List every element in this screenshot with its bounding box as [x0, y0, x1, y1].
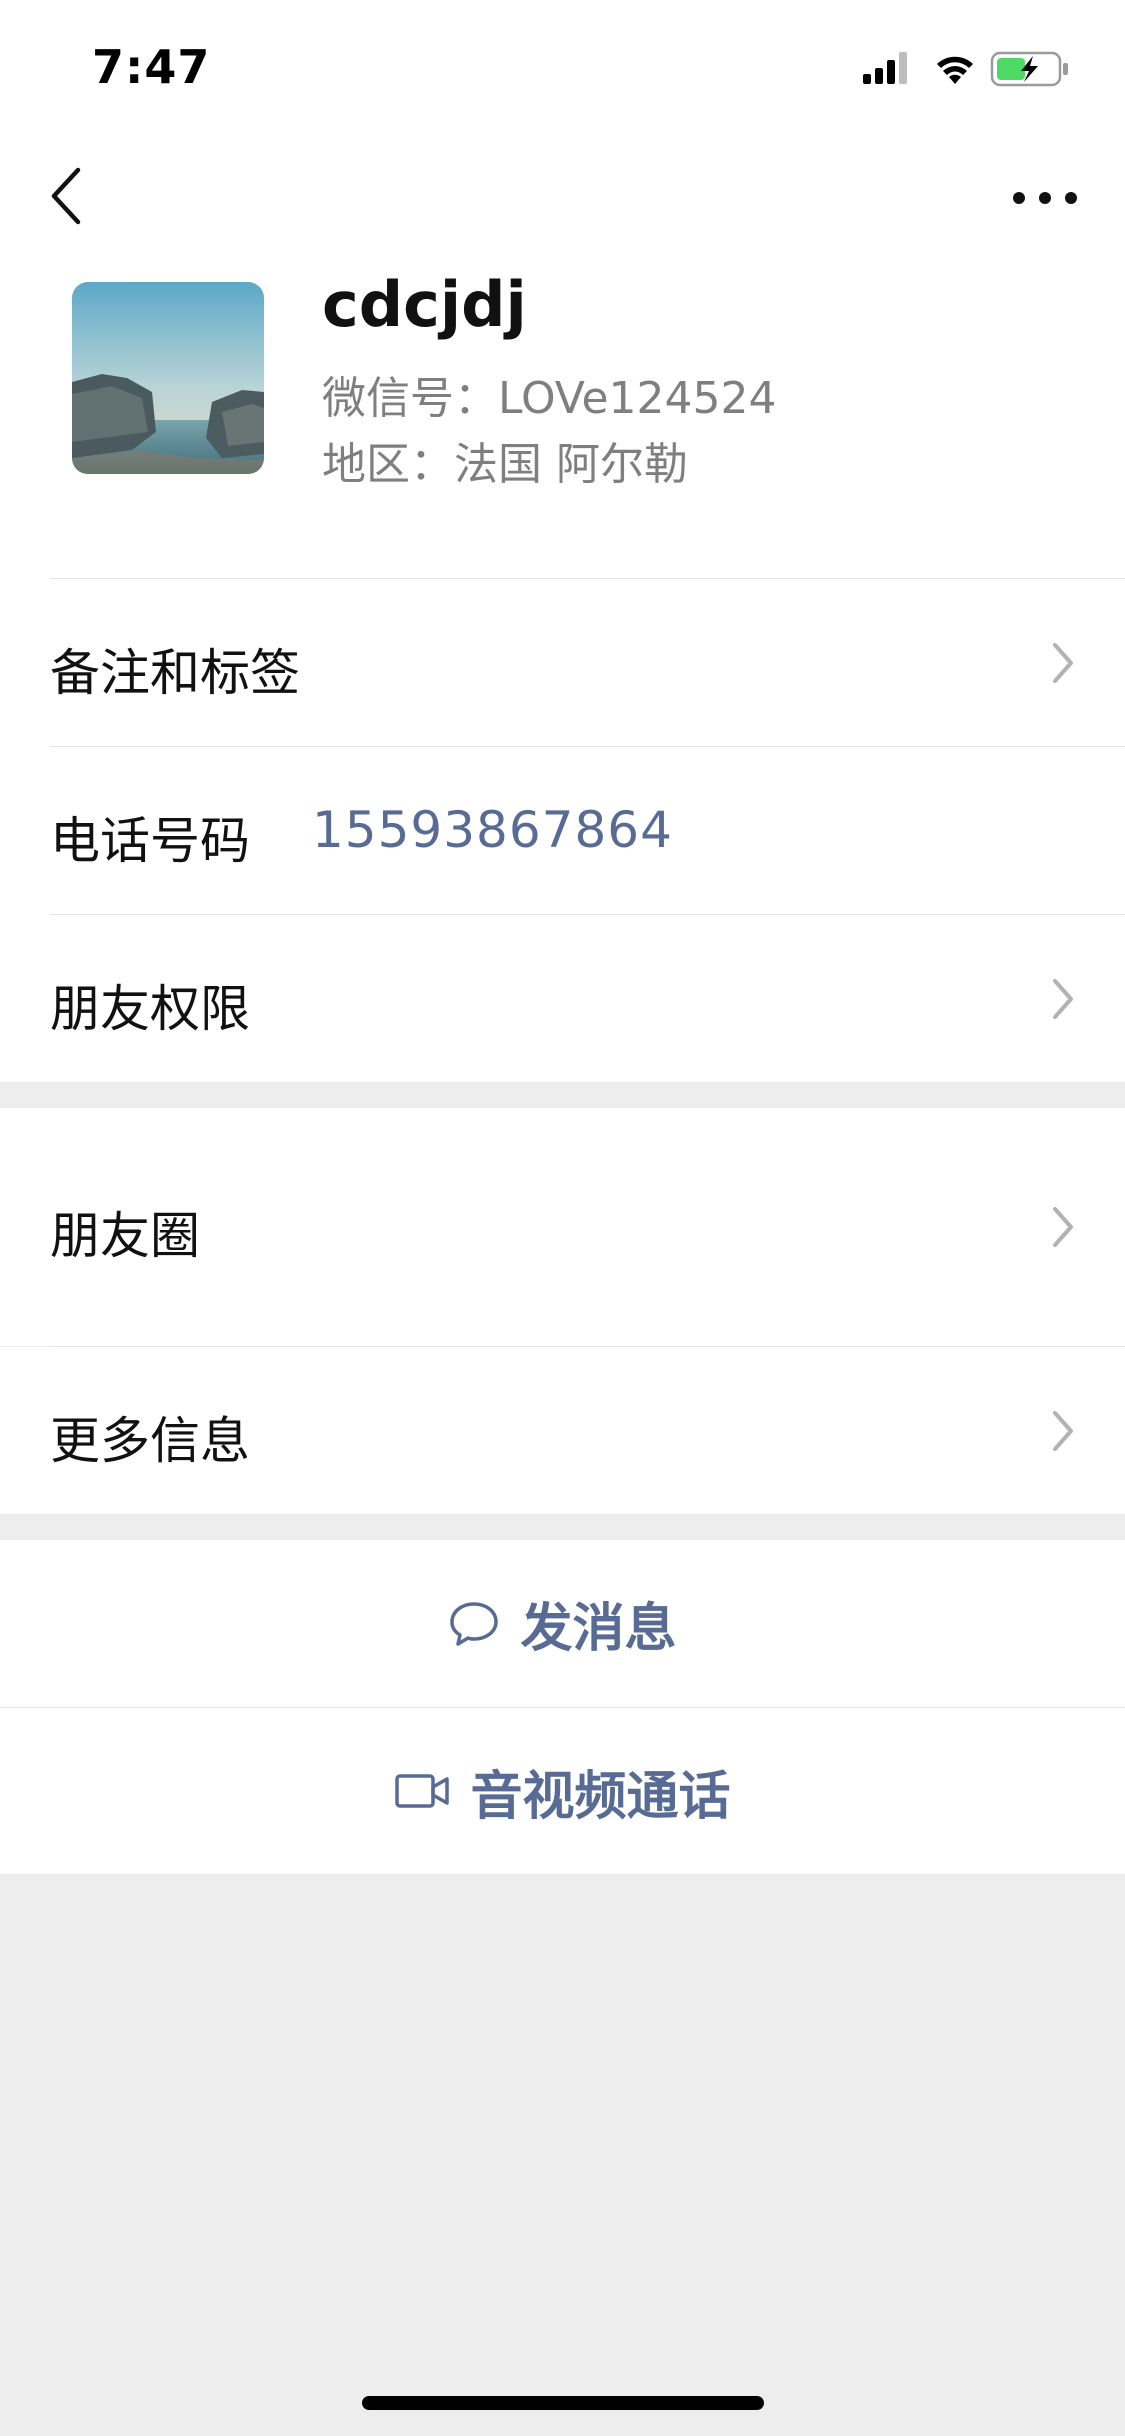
status-time: 7:47	[92, 40, 211, 94]
row-label: 更多信息	[50, 1412, 250, 1470]
phone-number-link[interactable]: 15593867864	[312, 801, 673, 859]
av-call-label: 音视频通话	[470, 1766, 731, 1827]
avatar[interactable]	[72, 282, 264, 474]
status-bar: 7:47	[0, 0, 1125, 132]
profile-name: cdcjdj	[322, 268, 527, 341]
status-icons	[863, 48, 1083, 88]
send-message-button[interactable]: 发消息	[0, 1540, 1125, 1707]
row-label: 备注和标签	[50, 644, 300, 702]
row-label: 朋友圈	[50, 1207, 200, 1265]
signal-icon	[863, 52, 907, 84]
section-gap	[0, 1082, 1125, 1108]
row-phone[interactable]: 电话号码 15593867864	[0, 747, 1125, 914]
row-moments[interactable]: 朋友圈	[0, 1108, 1125, 1346]
chevron-right-icon	[1051, 641, 1075, 685]
row-notes-tags[interactable]: 备注和标签	[0, 579, 1125, 746]
contact-profile-screen: 7:47 cdcjdj 微信号：LOVe124524 地区：法国 阿尔勒 备注和…	[0, 0, 1125, 2436]
battery-icon	[990, 51, 1068, 87]
row-friend-permissions[interactable]: 朋友权限	[0, 915, 1125, 1082]
more-icon	[1013, 192, 1077, 204]
chevron-right-icon	[1051, 977, 1075, 1021]
region: 地区：法国 阿尔勒	[322, 439, 688, 490]
section-gap	[0, 1514, 1125, 1540]
chat-bubble-icon	[450, 1601, 499, 1646]
back-button[interactable]	[42, 160, 102, 232]
home-indicator	[362, 2396, 764, 2410]
more-button[interactable]	[1005, 176, 1085, 220]
chevron-left-icon	[51, 167, 81, 225]
wifi-icon	[937, 56, 973, 84]
row-more-info[interactable]: 更多信息	[0, 1347, 1125, 1514]
chevron-right-icon	[1051, 1409, 1075, 1453]
phone-label: 电话号码	[50, 812, 250, 870]
video-camera-icon	[395, 1774, 450, 1808]
send-message-label: 发消息	[520, 1599, 677, 1659]
av-call-button[interactable]: 音视频通话	[0, 1708, 1125, 1874]
chevron-right-icon	[1051, 1205, 1075, 1249]
avatar-image-icon	[72, 282, 264, 474]
row-label: 朋友权限	[50, 980, 250, 1038]
wechat-id: 微信号：LOVe124524	[322, 373, 777, 424]
